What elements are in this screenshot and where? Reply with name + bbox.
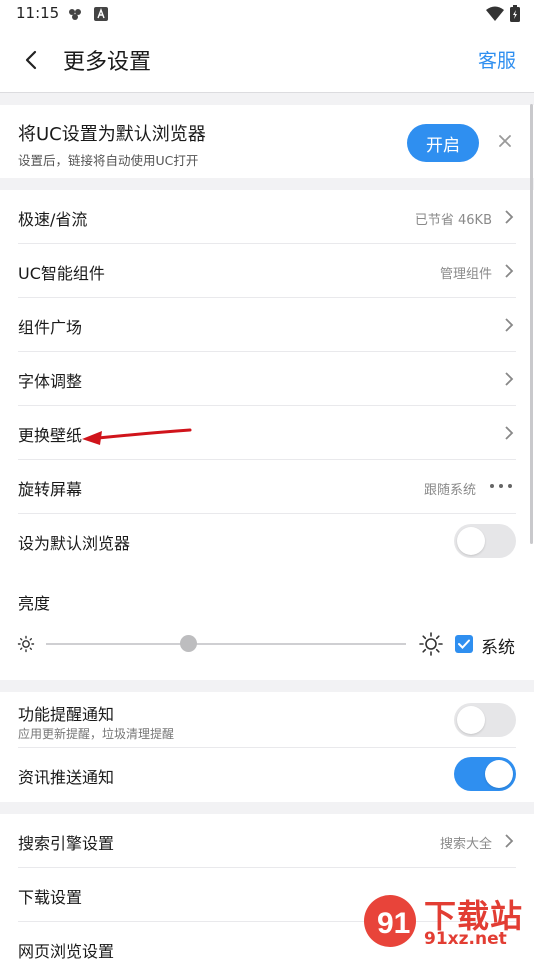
brightness-slider-thumb[interactable] (180, 635, 197, 652)
more-options-icon[interactable] (490, 484, 512, 488)
wifi-icon (486, 6, 504, 21)
watermark-domain: 91xz.net (424, 929, 507, 949)
back-arrow-icon[interactable] (18, 46, 46, 74)
row-value: 已节省 46KB (414, 213, 492, 228)
row-label: 网页浏览设置 (18, 942, 115, 961)
brightness-low-icon (17, 635, 35, 653)
watermark-logo: 91 下载站 91xz.net (360, 887, 534, 950)
scrollbar[interactable] (530, 104, 533, 544)
customer-service-link[interactable]: 客服 (478, 46, 516, 73)
close-icon[interactable] (496, 132, 514, 150)
row-label: 下载设置 (18, 888, 83, 907)
section-divider (0, 178, 534, 190)
search-engine-row[interactable]: 搜索引擎设置 搜索大全 (0, 814, 534, 868)
chevron-right-icon (505, 210, 514, 224)
status-right (486, 5, 520, 22)
row-sublabel: 应用更新提醒，垃圾清理提醒 (18, 727, 175, 741)
chevron-right-icon (505, 372, 514, 386)
brightness-high-icon (419, 632, 443, 656)
svg-text:91: 91 (377, 907, 410, 940)
news-push-toggle[interactable] (454, 757, 516, 791)
rotate-screen-row[interactable]: 旋转屏幕 跟随系统 (0, 460, 534, 514)
row-value: 管理组件 (439, 267, 492, 282)
status-bar: 11:15 (0, 0, 534, 28)
row-label: 设为默认浏览器 (18, 534, 131, 553)
row-label: 旋转屏幕 (18, 480, 83, 499)
font-adjust-row[interactable]: 字体调整 (0, 352, 534, 406)
speed-saving-row[interactable]: 极速/省流 已节省 46KB (0, 190, 534, 244)
default-browser-banner: 将UC设置为默认浏览器 设置后，链接将自动使用UC打开 开启 (0, 104, 534, 178)
row-label: 组件广场 (18, 318, 83, 337)
section-divider (0, 802, 534, 814)
brightness-slider-track[interactable] (46, 643, 406, 645)
app-notification-icon (69, 9, 81, 20)
row-label: 字体调整 (18, 372, 83, 391)
header: 更多设置 客服 (0, 30, 534, 90)
chevron-right-icon (505, 834, 514, 848)
battery-icon (510, 5, 520, 22)
banner-subtitle: 设置后，链接将自动使用UC打开 (18, 153, 199, 168)
feature-notification-row: 功能提醒通知 应用更新提醒，垃圾清理提醒 (0, 692, 534, 748)
status-time: 11:15 (16, 4, 60, 22)
row-label: 极速/省流 (18, 210, 88, 229)
row-label: 更换壁纸 (18, 426, 83, 445)
row-label: 资讯推送通知 (18, 768, 115, 787)
banner-title: 将UC设置为默认浏览器 (18, 124, 206, 145)
row-value: 搜索大全 (439, 837, 492, 852)
checkmark-icon (458, 639, 470, 649)
brightness-label: 亮度 (18, 594, 51, 613)
chevron-right-icon (505, 426, 514, 440)
widget-square-row[interactable]: 组件广场 (0, 298, 534, 352)
news-push-notification-row: 资讯推送通知 (0, 748, 534, 802)
feature-notification-toggle[interactable] (454, 703, 516, 737)
chevron-right-icon (505, 264, 514, 278)
uc-widget-row[interactable]: UC智能组件 管理组件 (0, 244, 534, 298)
default-browser-toggle[interactable] (454, 524, 516, 558)
system-brightness-label: 系统 (481, 638, 515, 658)
annotation-arrow-icon (82, 428, 192, 445)
row-label: 功能提醒通知 (18, 705, 115, 724)
chevron-right-icon (505, 318, 514, 332)
row-label: UC智能组件 (18, 264, 105, 283)
row-label: 搜索引擎设置 (18, 834, 115, 853)
system-brightness-checkbox[interactable] (455, 635, 473, 653)
open-button[interactable]: 开启 (407, 124, 479, 162)
row-value: 跟随系统 (423, 483, 476, 498)
a-notification-icon (94, 7, 108, 21)
set-default-browser-row: 设为默认浏览器 (0, 514, 534, 568)
page-title: 更多设置 (63, 50, 152, 75)
section-divider (0, 680, 534, 692)
